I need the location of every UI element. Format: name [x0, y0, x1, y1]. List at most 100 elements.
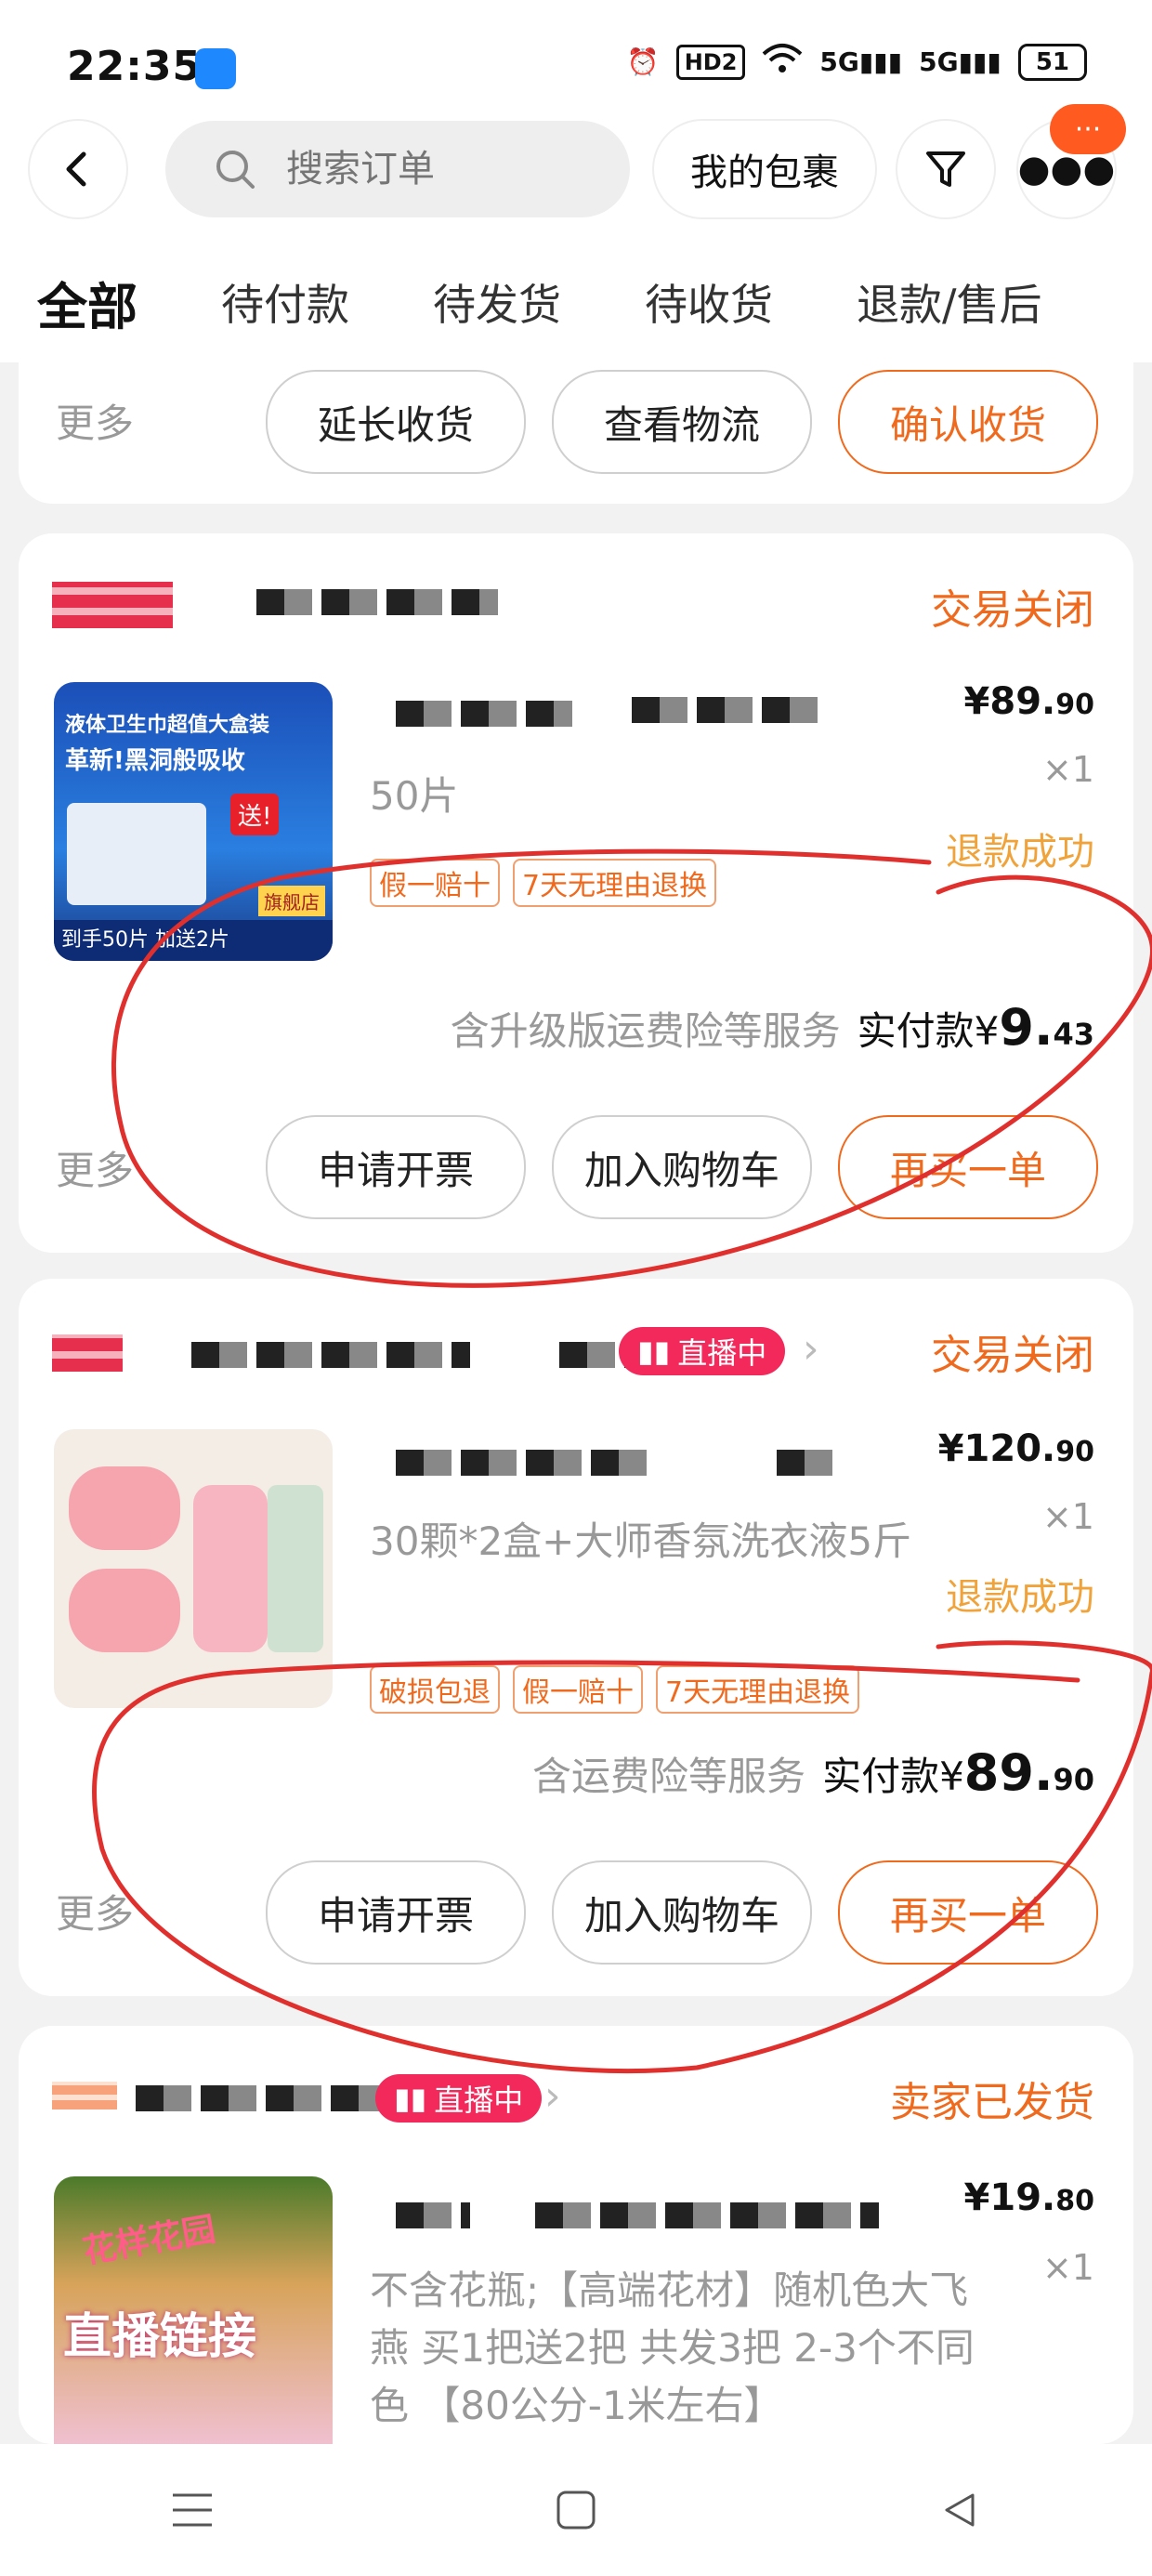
- more-link[interactable]: 更多: [56, 1883, 134, 1939]
- product-title-redacted[interactable]: [396, 2202, 470, 2228]
- price-main: ¥120.: [937, 1427, 1056, 1470]
- product-image-text: 旗舰店: [258, 886, 325, 916]
- live-badge[interactable]: ▮▮ 直播中: [619, 1327, 786, 1375]
- product-image[interactable]: 液体卫生巾超值大盒装 革新!黑洞般吸收 送! 到手50片 加送2片 旗舰店: [54, 682, 333, 961]
- product-image-text: 革新!黑洞般吸收: [65, 747, 245, 775]
- quantity: ×1: [1041, 749, 1094, 790]
- live-bars-icon: ▮▮: [394, 2081, 427, 2116]
- item-price: ¥19.80: [964, 2176, 1094, 2219]
- confirm-receipt-button[interactable]: 确认收货: [838, 370, 1098, 474]
- chevron-right-icon[interactable]: ›: [544, 2072, 561, 2120]
- extend-receipt-button[interactable]: 延长收货: [266, 370, 526, 474]
- tab-all[interactable]: 全部: [37, 266, 137, 339]
- add-to-cart-button[interactable]: 加入购物车: [552, 1860, 812, 1965]
- product-title-redacted[interactable]: [396, 701, 572, 727]
- product-image-text: 花样花园: [80, 2210, 219, 2272]
- order-tabs: 全部 待付款 待发货 待收货 退款/售后: [0, 242, 1152, 362]
- product-image[interactable]: 花样花园 直播链接: [54, 2176, 333, 2444]
- price-decimal: 90: [1055, 689, 1094, 721]
- paid-summary: 含运费险等服务 实付款¥ 89. 90: [532, 1743, 1094, 1802]
- buy-again-button[interactable]: 再买一单: [838, 1860, 1098, 1965]
- order-card: ▮▮ 直播中 › 交易关闭 30颗*2盒+大师香氛洗衣液5斤 破损包退 假一赔十 …: [19, 1279, 1133, 1996]
- more-link[interactable]: 更多: [56, 1139, 134, 1196]
- tab-refund[interactable]: 退款/售后: [857, 271, 1042, 333]
- menu-icon: [172, 2493, 212, 2527]
- product-title-redacted[interactable]: [396, 1450, 656, 1476]
- request-invoice-button[interactable]: 申请开票: [266, 1115, 526, 1219]
- chevron-left-icon: [66, 151, 86, 187]
- shop-name-redacted[interactable]: [52, 1307, 702, 1381]
- order-status: 交易关闭: [931, 586, 1094, 634]
- product-title-redacted[interactable]: [632, 697, 827, 723]
- tab-pending-payment[interactable]: 待付款: [221, 271, 349, 333]
- view-logistics-button[interactable]: 查看物流: [552, 370, 812, 474]
- clock: 22:35: [67, 43, 203, 90]
- order-card: 更多 延长收货 查看物流 确认收货: [19, 362, 1133, 504]
- service-tags: 破损包退 假一赔十 7天无理由退换: [370, 1665, 860, 1714]
- item-price: ¥120.90: [938, 1427, 1094, 1470]
- status-bar: 22:35 ⏰ HD2 5G▮▮▮ 5G▮▮▮ 51: [0, 0, 1152, 121]
- more-link[interactable]: 更多: [56, 392, 134, 449]
- service-note: 含运费险等服务: [532, 1754, 806, 1799]
- order-status: 卖家已发货: [890, 2079, 1094, 2126]
- live-badge[interactable]: ▮▮ 直播中: [375, 2074, 543, 2123]
- tag: 假一赔十: [370, 859, 500, 907]
- paid-decimal: 43: [1053, 1017, 1094, 1052]
- status-icons: ⏰ HD2 5G▮▮▮ 5G▮▮▮ 51: [627, 43, 1087, 81]
- search-bar[interactable]: [165, 121, 630, 217]
- refund-status: 退款成功: [946, 831, 1094, 874]
- signal-5g-icon-2: 5G▮▮▮: [919, 46, 1001, 77]
- live-bars-icon: ▮▮: [637, 1334, 671, 1369]
- back-triangle-icon: [945, 2493, 975, 2527]
- price-decimal: 80: [1055, 2185, 1094, 2217]
- paid-label: 实付款¥: [857, 1008, 1000, 1054]
- signal-5g-icon: 5G▮▮▮: [819, 46, 903, 77]
- filter-icon: [926, 151, 965, 187]
- home-square-icon: [556, 2491, 596, 2530]
- wifi-icon: [762, 43, 803, 81]
- buy-again-button[interactable]: 再买一单: [838, 1115, 1098, 1219]
- service-tags: 假一赔十 7天无理由退换: [370, 859, 717, 907]
- home-button[interactable]: [548, 2482, 604, 2538]
- product-image[interactable]: [54, 1429, 333, 1708]
- alarm-icon: ⏰: [626, 46, 660, 77]
- paid-amount: 89.: [963, 1743, 1054, 1802]
- back-nav-button[interactable]: [932, 2482, 988, 2538]
- refund-status: 退款成功: [946, 1576, 1094, 1619]
- chevron-right-icon[interactable]: ›: [803, 1325, 819, 1373]
- product-spec: 50片: [370, 773, 459, 819]
- search-input[interactable]: [284, 147, 595, 191]
- price-main: ¥89.: [963, 680, 1056, 723]
- back-button[interactable]: [30, 121, 126, 217]
- product-spec: 30颗*2盒+大师香氛洗衣液5斤: [370, 1518, 912, 1564]
- service-note: 含升级版运费险等服务: [450, 1008, 841, 1054]
- paid-amount: 9.: [999, 998, 1054, 1057]
- message-badge[interactable]: ···: [1050, 104, 1126, 154]
- request-invoice-button[interactable]: 申请开票: [266, 1860, 526, 1965]
- product-spec: 不含花瓶;【高端花材】随机色大飞燕 买1把送2把 共发3把 2-3个不同色 【8…: [370, 2267, 975, 2428]
- quantity: ×1: [1041, 1496, 1094, 1537]
- filter-button[interactable]: [897, 121, 994, 217]
- product-title-redacted[interactable]: [777, 1450, 842, 1476]
- product-title-redacted[interactable]: [535, 2202, 879, 2228]
- tag: 假一赔十: [513, 1665, 643, 1714]
- item-price: ¥89.90: [964, 680, 1094, 723]
- menu-button[interactable]: [164, 2482, 220, 2538]
- quantity: ×1: [1041, 2247, 1094, 2288]
- system-nav-bar: [0, 2444, 1152, 2576]
- tab-pending-shipment[interactable]: 待发货: [433, 271, 561, 333]
- tag: 破损包退: [370, 1665, 500, 1714]
- add-to-cart-button[interactable]: 加入购物车: [552, 1115, 812, 1219]
- battery-icon: 51: [1017, 43, 1087, 81]
- product-image-text: 到手50片 加送2片: [54, 920, 333, 961]
- tag: 7天无理由退换: [656, 1665, 860, 1714]
- paid-summary: 含升级版运费险等服务 实付款¥ 9. 43: [451, 998, 1094, 1057]
- my-packages-button[interactable]: 我的包裹: [654, 121, 875, 217]
- tag: 7天无理由退换: [513, 859, 717, 907]
- shop-name-redacted[interactable]: [52, 561, 702, 636]
- order-status: 交易关闭: [931, 1332, 1094, 1379]
- product-image-text: 液体卫生巾超值大盒装: [65, 714, 270, 737]
- order-card: 交易关闭 液体卫生巾超值大盒装 革新!黑洞般吸收 送! 到手50片 加送2片 旗…: [19, 533, 1133, 1253]
- tab-pending-receipt[interactable]: 待收货: [645, 271, 773, 333]
- top-bar: 我的包裹 ●●● ···: [0, 104, 1152, 242]
